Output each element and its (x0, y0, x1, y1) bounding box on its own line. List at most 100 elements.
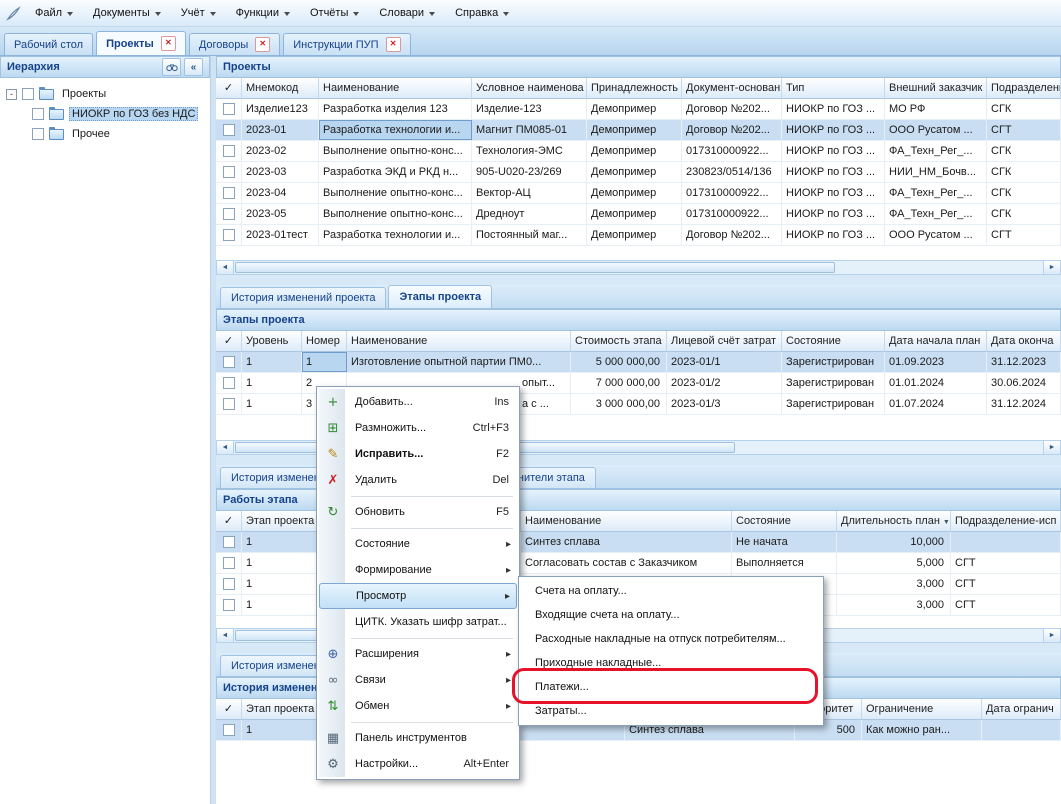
checkbox[interactable] (223, 208, 235, 220)
checkbox[interactable] (32, 128, 44, 140)
close-icon[interactable]: ✕ (161, 36, 176, 51)
checkbox[interactable] (223, 145, 235, 157)
context-menu-item[interactable]: Просмотр▸ (319, 583, 517, 609)
detail-tab[interactable]: История изменений проекта (220, 287, 386, 308)
menubar-item[interactable]: Функции (227, 3, 299, 23)
table-row[interactable]: 11Изготовление опытной партии ПМ0...5 00… (216, 352, 1061, 373)
scroll-thumb[interactable] (235, 262, 835, 273)
detail-tab[interactable]: Этапы проекта (388, 285, 492, 308)
column-header[interactable]: Состояние (732, 511, 837, 532)
column-header[interactable]: Состояние (782, 331, 885, 352)
checkbox[interactable] (223, 124, 235, 136)
column-header[interactable]: Условное наименова (472, 78, 587, 99)
column-header[interactable]: Принадлежность (587, 78, 682, 99)
scroll-left-icon[interactable]: ◄ (217, 441, 234, 454)
column-header[interactable]: Этап проекта (242, 511, 317, 532)
column-header[interactable]: Подразделени (987, 78, 1061, 99)
main-tab[interactable]: Проекты✕ (96, 31, 186, 55)
column-header[interactable]: Документ-основан (682, 78, 782, 99)
tree-item[interactable]: НИОКР по ГОЗ без НДС (0, 104, 210, 124)
checkbox[interactable] (223, 398, 235, 410)
column-header[interactable]: Этап проекта (242, 699, 317, 720)
column-header[interactable]: Дата огранич (982, 699, 1061, 720)
context-menu-item[interactable]: +Добавить...Ins (319, 389, 517, 415)
main-tab[interactable]: Рабочий стол (4, 33, 93, 55)
table-row[interactable]: 2023-02Выполнение опытно-конс...Технолог… (216, 141, 1061, 162)
tree-item[interactable]: -Проекты (0, 84, 210, 104)
context-menu-item[interactable]: ✗УдалитьDel (319, 467, 517, 493)
context-menu-item[interactable]: ▦Панель инструментов (319, 725, 517, 751)
context-submenu-item[interactable]: Платежи... (521, 675, 821, 699)
column-header[interactable]: ✓ (216, 511, 242, 532)
table-row[interactable]: Изделие123Разработка изделия 123Изделие-… (216, 99, 1061, 120)
checkbox[interactable] (223, 377, 235, 389)
context-submenu-item[interactable]: Затраты... (521, 699, 821, 723)
context-submenu-item[interactable]: Счета на оплату... (521, 579, 821, 603)
scroll-right-icon[interactable]: ► (1043, 629, 1060, 642)
menubar-item[interactable]: Документы (84, 3, 170, 23)
menubar-item[interactable]: Учёт (172, 3, 225, 23)
checkbox[interactable] (223, 578, 235, 590)
checkbox[interactable] (22, 88, 34, 100)
checkbox[interactable] (223, 356, 235, 368)
column-header[interactable]: Наименование (347, 331, 571, 352)
context-menu-item[interactable]: ↻ОбновитьF5 (319, 499, 517, 525)
column-header[interactable]: Дата оконча (987, 331, 1061, 352)
context-menu-item[interactable]: ∞Связи▸ (319, 667, 517, 693)
table-row[interactable]: 2023-04Выполнение опытно-конс...Вектор-А… (216, 183, 1061, 204)
menubar-item[interactable]: Словари (370, 3, 444, 23)
column-header[interactable]: Ограничение (862, 699, 982, 720)
main-tab[interactable]: Инструкции ПУП✕ (283, 33, 410, 55)
table-row[interactable]: 2023-01тестРазработка технологии и...Пос… (216, 225, 1061, 246)
column-header[interactable]: Подразделение-исп (951, 511, 1061, 532)
tree-item[interactable]: Прочее (0, 124, 210, 144)
tree-expander-icon[interactable]: - (6, 89, 17, 100)
menubar-item[interactable]: Файл (26, 3, 82, 23)
scroll-left-icon[interactable]: ◄ (217, 629, 234, 642)
context-menu-item[interactable]: ⊕Расширения▸ (319, 641, 517, 667)
column-header[interactable]: Стоимость этапа (571, 331, 667, 352)
column-header[interactable]: Наименование (319, 78, 472, 99)
menubar-item[interactable]: Отчёты (301, 3, 368, 23)
column-header[interactable]: Дата начала план (885, 331, 987, 352)
context-menu-item[interactable]: Состояние▸ (319, 531, 517, 557)
scroll-left-icon[interactable]: ◄ (217, 261, 234, 274)
context-menu-item[interactable]: ✎Исправить...F2 (319, 441, 517, 467)
checkbox[interactable] (32, 108, 44, 120)
column-header[interactable]: Номер (302, 331, 347, 352)
column-header[interactable]: Длительность план▼ (837, 511, 951, 532)
close-icon[interactable]: ✕ (386, 37, 401, 52)
context-submenu-item[interactable]: Расходные накладные на отпуск потребител… (521, 627, 821, 651)
find-icon[interactable] (162, 58, 181, 76)
column-header[interactable]: Лицевой счёт затрат (667, 331, 782, 352)
context-menu-item[interactable]: ⚙Настройки...Alt+Enter (319, 751, 517, 777)
column-header[interactable]: ✓ (216, 699, 242, 720)
close-icon[interactable]: ✕ (255, 37, 270, 52)
context-menu-item[interactable]: ⊞Размножить...Ctrl+F3 (319, 415, 517, 441)
column-header[interactable]: Наименование (521, 511, 732, 532)
scroll-right-icon[interactable]: ► (1043, 441, 1060, 454)
checkbox[interactable] (223, 229, 235, 241)
column-header[interactable]: ✓ (216, 331, 242, 352)
table-row[interactable]: 2023-03Разработка ЭКД и РКД н...905-U020… (216, 162, 1061, 183)
checkbox[interactable] (223, 166, 235, 178)
column-header[interactable]: ✓ (216, 78, 242, 99)
main-tab[interactable]: Договоры✕ (189, 33, 280, 55)
checkbox[interactable] (223, 557, 235, 569)
collapse-sidebar-icon[interactable]: « (184, 58, 203, 76)
menubar-item[interactable]: Справка (446, 3, 518, 23)
column-header[interactable]: Уровень (242, 331, 302, 352)
table-row[interactable]: 2023-05Выполнение опытно-конс...Дредноут… (216, 204, 1061, 225)
column-header[interactable]: Тип (782, 78, 885, 99)
context-menu-item[interactable]: Формирование▸ (319, 557, 517, 583)
column-header[interactable]: Внешний заказчик (885, 78, 987, 99)
checkbox[interactable] (223, 599, 235, 611)
context-submenu-item[interactable]: Входящие счета на оплату... (521, 603, 821, 627)
context-menu-item[interactable]: ЦИТК. Указать шифр затрат... (319, 609, 517, 635)
context-submenu-item[interactable]: Приходные накладные... (521, 651, 821, 675)
checkbox[interactable] (223, 536, 235, 548)
column-header[interactable]: Мнемокод (242, 78, 319, 99)
table-row[interactable]: 2023-01Разработка технологии и...Магнит … (216, 120, 1061, 141)
checkbox[interactable] (223, 187, 235, 199)
context-menu-item[interactable]: ⇅Обмен▸ (319, 693, 517, 719)
